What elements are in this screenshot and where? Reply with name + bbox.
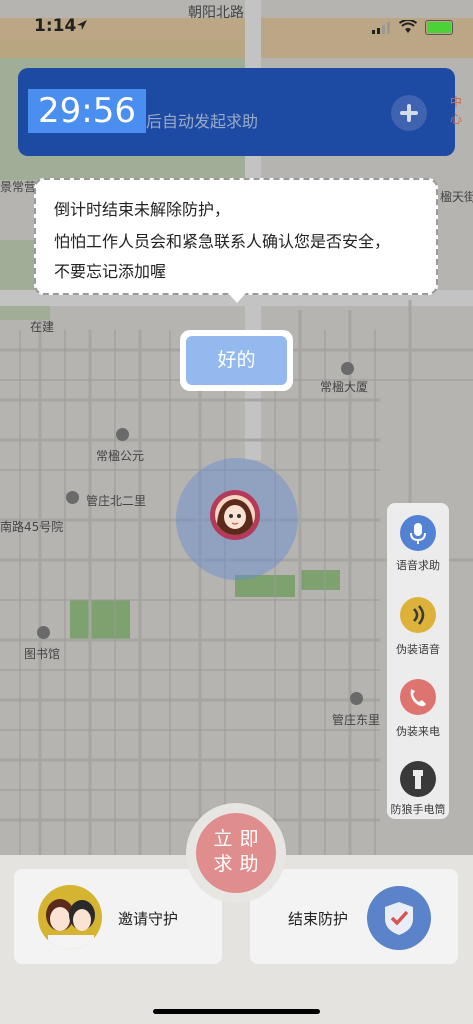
map-label-road: 南路45号院 [0,520,64,534]
wifi-icon [399,20,417,33]
add-contact-button[interactable] [391,95,427,131]
status-time: 1:14 [34,16,77,36]
countdown-banner: 29:56 后自动发起求助 中心 [18,68,462,156]
map-road-label: 朝阳北路 [188,5,244,21]
protection-tooltip: 倒计时结束未解除防护， 怕怕工作人员会和紧急联系人确认您是否安全， 不要忘记添加… [34,178,438,295]
map-label-right: 楹天街 [440,190,473,204]
tool-fake-voice[interactable]: 伪装语音 [387,587,449,665]
end-protection-label: 结束防护 [288,910,349,928]
sos-label-line2: 求助 [213,853,266,875]
sos-label-line1: 立即 [213,828,266,850]
location-arrow-icon [77,20,87,30]
tooltip-line-2: 怕怕工作人员会和紧急联系人确认您是否安全， [54,232,391,251]
map-label-east: 管庄东里 [332,713,381,727]
poi-icon [116,428,129,441]
sound-wave-icon [400,597,436,633]
cellular-signal-icon [372,22,390,34]
map-label-construction: 在建 [30,320,55,334]
tool-flashlight[interactable]: 防狼手电筒 [387,753,449,819]
user-avatar-face [215,495,255,535]
countdown-timer: 29:56 [28,89,146,133]
battery-icon [425,20,453,35]
ok-button[interactable]: 好的 [180,330,293,391]
sos-button[interactable]: 立即 求助 [196,813,276,893]
flashlight-icon [400,761,436,797]
tool-label: 防狼手电筒 [390,803,446,816]
building-icon [341,362,354,375]
tooltip-arrow [228,293,246,303]
status-bar: 1:14 朝阳北路 [0,0,473,56]
invite-avatar-icon [38,885,102,949]
microphone-icon [400,515,436,551]
tooltip-line-3: 不要忘记添加喔 [54,262,167,281]
tool-label: 伪装来电 [396,725,440,738]
map-label-park: 常楹公元 [96,449,145,463]
countdown-message: 后自动发起求助 [146,112,259,131]
invite-guard-label: 邀请守护 [118,910,179,928]
shield-check-icon [367,886,431,950]
map-label-library: 图书馆 [24,647,61,661]
map-label-area: 管庄北二里 [86,494,147,508]
ok-button-label: 好的 [186,336,287,385]
tool-label: 伪装语音 [396,643,440,656]
poi-icon [350,692,363,705]
map-label-building: 常楹大厦 [320,380,369,394]
library-icon [37,626,50,639]
home-indicator[interactable] [153,1009,320,1014]
map-partial-label: 中心 [450,95,463,126]
map-label-left: 景常营 [0,180,37,194]
tools-panel: 语音求助 伪装语音 伪装来电 防狼手电筒 [387,503,449,819]
tool-label: 语音求助 [396,559,440,572]
tool-fake-call[interactable]: 伪装来电 [387,669,449,747]
tooltip-line-1: 倒计时结束未解除防护， [54,200,231,219]
tool-voice-help[interactable]: 语音求助 [387,503,449,581]
phone-icon [400,679,436,715]
poi-icon [66,491,79,504]
